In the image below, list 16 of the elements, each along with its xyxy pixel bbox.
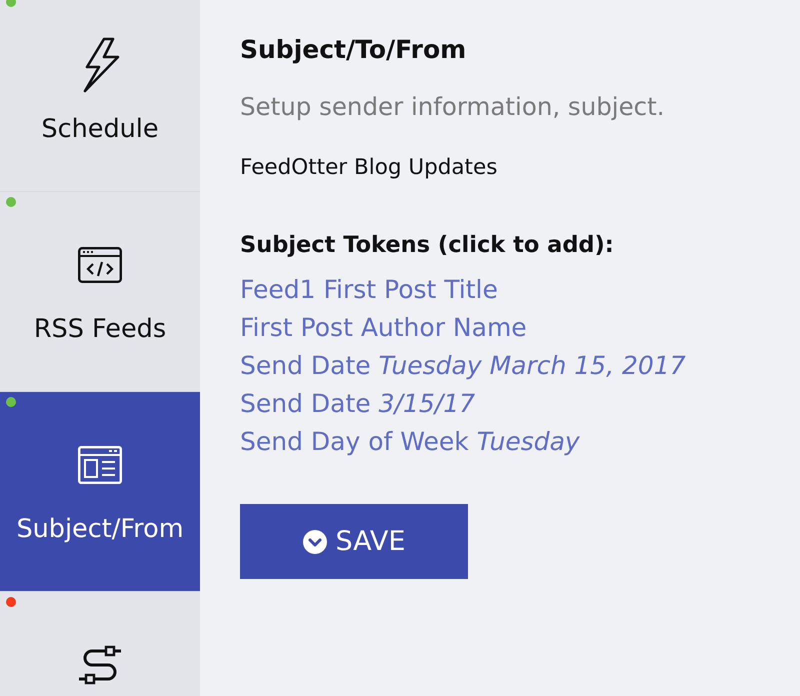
subject-value: FeedOtter Blog Updates (240, 155, 498, 181)
section-description: Setup sender information, subject. (240, 92, 665, 122)
token-link[interactable]: Send Day of Week Tuesday (240, 423, 580, 461)
tokens-heading: Subject Tokens (click to add): (240, 231, 614, 259)
token-link[interactable]: Send Date 3/15/17 (240, 385, 475, 423)
code-window-icon (78, 247, 122, 283)
sidebar-tab[interactable]: Subject/From (0, 392, 200, 592)
sidebar-tab[interactable]: Schedule (0, 0, 200, 192)
section-title: Subject/To/From (240, 35, 466, 65)
token-link[interactable]: Feed1 First Post Title (240, 271, 498, 309)
token-link[interactable]: Send Date Tuesday March 15, 2017 (240, 347, 686, 385)
token-link[interactable]: First Post Author Name (240, 309, 527, 347)
layout-window-icon (78, 446, 122, 484)
save-button[interactable]: SAVE (240, 504, 468, 579)
chevron-circle-icon (302, 530, 327, 554)
cable-icon (78, 643, 122, 687)
